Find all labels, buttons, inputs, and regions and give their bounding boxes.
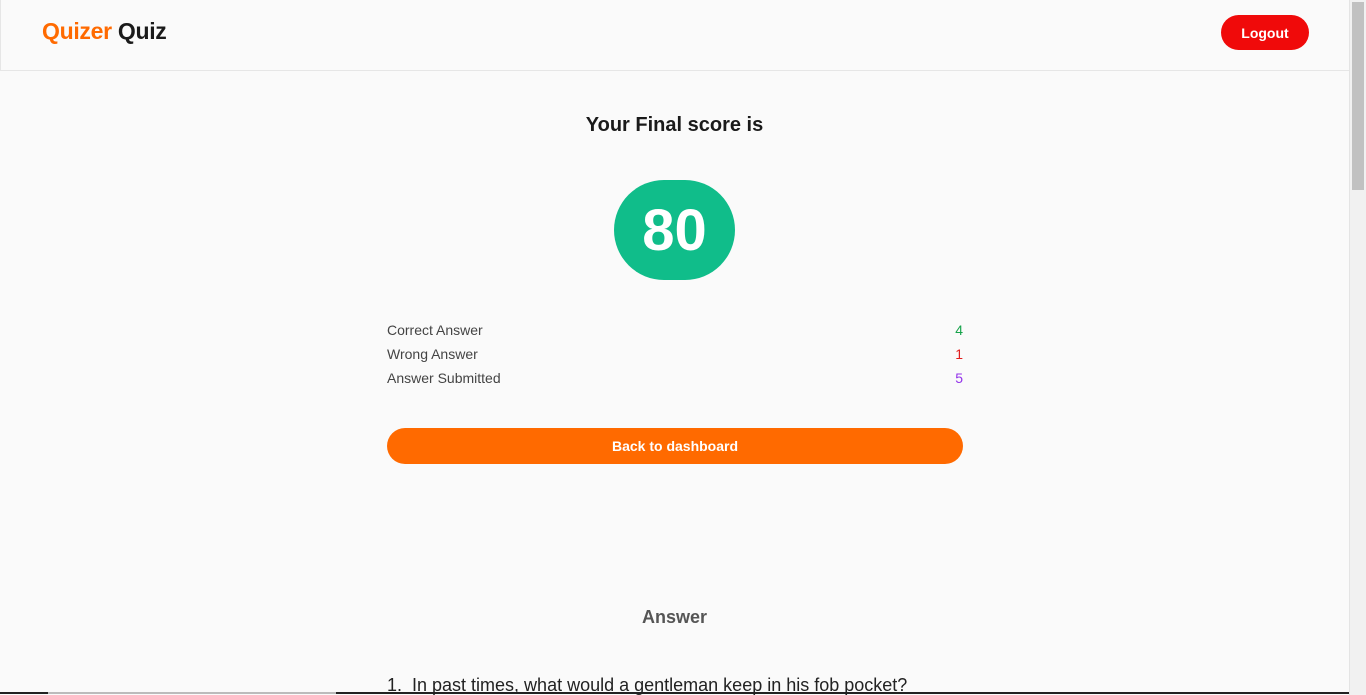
page: Quizer Quiz Logout Your Final score is 8… (0, 0, 1366, 695)
main-content: Quizer Quiz Logout Your Final score is 8… (0, 0, 1349, 695)
stat-label: Answer Submitted (387, 370, 501, 386)
back-to-dashboard-button[interactable]: Back to dashboard (387, 428, 963, 464)
logout-button[interactable]: Logout (1221, 15, 1309, 50)
stat-value: 1 (955, 346, 963, 362)
brand-logo[interactable]: Quizer Quiz (42, 18, 167, 45)
score-stats: Correct Answer 4 Wrong Answer 1 Answer S… (387, 320, 963, 392)
stat-row-submitted: Answer Submitted 5 (387, 368, 963, 392)
stat-row-wrong: Wrong Answer 1 (387, 344, 963, 368)
brand-second-word: Quiz (117, 18, 167, 44)
answer-section-heading: Answer (641, 607, 708, 627)
top-navbar: Quizer Quiz Logout (0, 0, 1349, 71)
divider-segment (48, 692, 336, 694)
divider-segment (0, 692, 48, 694)
stat-row-correct: Correct Answer 4 (387, 320, 963, 344)
divider-segment (336, 692, 1349, 694)
stat-label: Correct Answer (387, 322, 483, 338)
score-badge: 80 (614, 180, 735, 280)
stat-label: Wrong Answer (387, 346, 478, 362)
vertical-scrollbar[interactable] (1349, 0, 1366, 695)
brand-first-word: Quizer (42, 18, 112, 44)
final-score-title: Your Final score is (585, 114, 764, 136)
stat-value: 5 (955, 370, 963, 386)
stat-value: 4 (955, 322, 963, 338)
scrollbar-thumb[interactable] (1352, 2, 1364, 190)
